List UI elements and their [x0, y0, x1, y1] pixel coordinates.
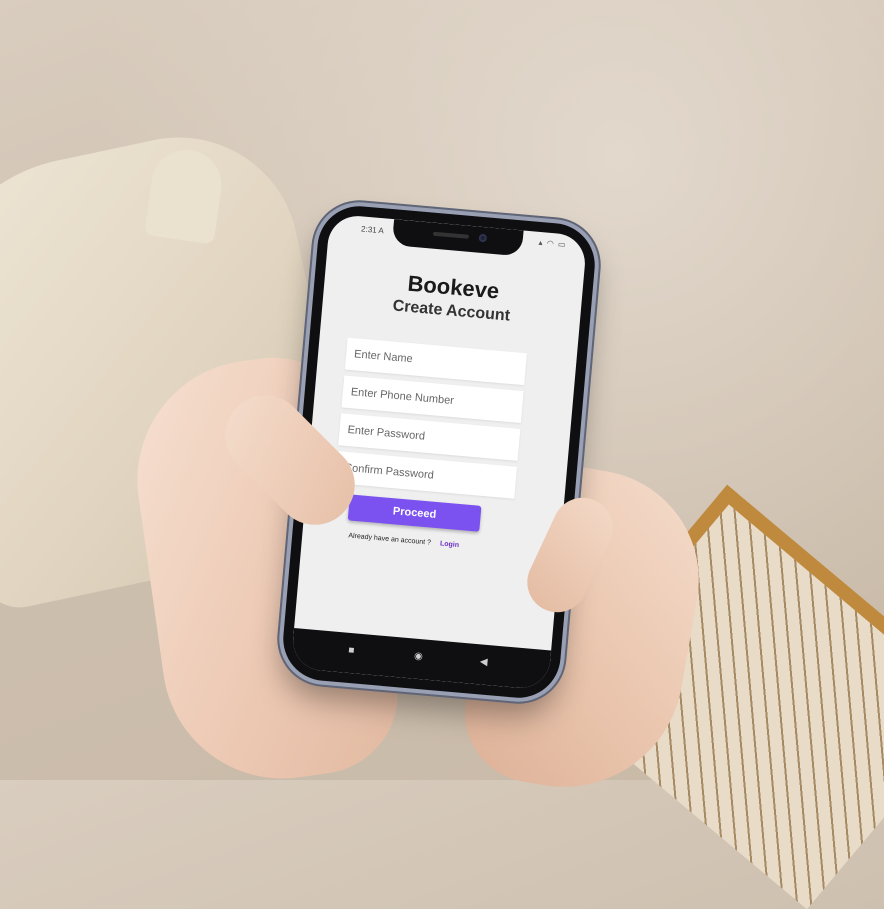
account-prompt: Already have an account ? — [348, 532, 432, 547]
login-link[interactable]: Login — [440, 540, 460, 549]
front-camera-icon — [478, 233, 488, 243]
recents-icon[interactable]: ■ — [348, 645, 355, 656]
status-time: 2:31 A — [360, 224, 385, 236]
android-nav-bar: ■ ◉ ◀ — [290, 628, 552, 691]
home-icon[interactable]: ◉ — [414, 651, 424, 663]
proceed-button[interactable]: Proceed — [347, 494, 482, 532]
status-icons: ▴ ◠ ▭ — [538, 237, 567, 250]
speaker-grill — [432, 231, 470, 239]
back-icon[interactable]: ◀ — [479, 656, 488, 668]
phone-notch — [391, 219, 524, 257]
